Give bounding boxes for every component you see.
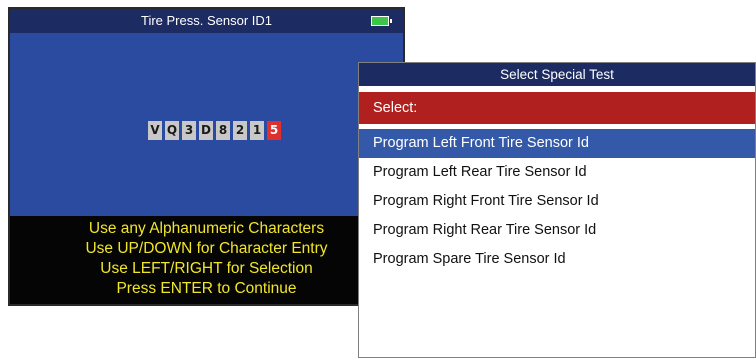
id-char-8[interactable]: 5 <box>267 121 281 140</box>
sensor-screen-title: Tire Press. Sensor ID1 <box>10 9 403 33</box>
menu-item-left-front[interactable]: Program Left Front Tire Sensor Id <box>359 129 755 158</box>
special-test-title: Select Special Test <box>359 63 755 86</box>
select-header: Select: <box>359 92 755 124</box>
special-test-screen: Select Special Test Select: Program Left… <box>358 62 756 358</box>
battery-full-icon <box>371 16 392 26</box>
id-char-4[interactable]: D <box>199 121 213 140</box>
sensor-id-characters: V Q 3 D 8 2 1 5 <box>148 121 281 140</box>
menu-item-left-rear[interactable]: Program Left Rear Tire Sensor Id <box>359 158 755 187</box>
id-char-3[interactable]: 3 <box>182 121 196 140</box>
sensor-id-screen: Tire Press. Sensor ID1 V Q 3 D 8 2 1 5 U… <box>8 7 405 306</box>
id-char-7[interactable]: 1 <box>250 121 264 140</box>
menu-item-spare[interactable]: Program Spare Tire Sensor Id <box>359 245 755 274</box>
instruction-line: Use UP/DOWN for Character Entry <box>85 240 328 257</box>
special-test-list: Program Left Front Tire Sensor Id Progra… <box>359 129 755 274</box>
menu-item-right-rear[interactable]: Program Right Rear Tire Sensor Id <box>359 216 755 245</box>
menu-item-right-front[interactable]: Program Right Front Tire Sensor Id <box>359 187 755 216</box>
instructions-panel: Use any Alphanumeric Characters Use UP/D… <box>10 216 403 304</box>
id-char-1[interactable]: V <box>148 121 162 140</box>
instruction-line: Use any Alphanumeric Characters <box>88 220 325 237</box>
id-char-6[interactable]: 2 <box>233 121 247 140</box>
id-char-5[interactable]: 8 <box>216 121 230 140</box>
id-char-2[interactable]: Q <box>165 121 179 140</box>
instruction-line: Use LEFT/RIGHT for Selection <box>100 260 313 277</box>
instruction-line: Press ENTER to Continue <box>116 280 297 297</box>
